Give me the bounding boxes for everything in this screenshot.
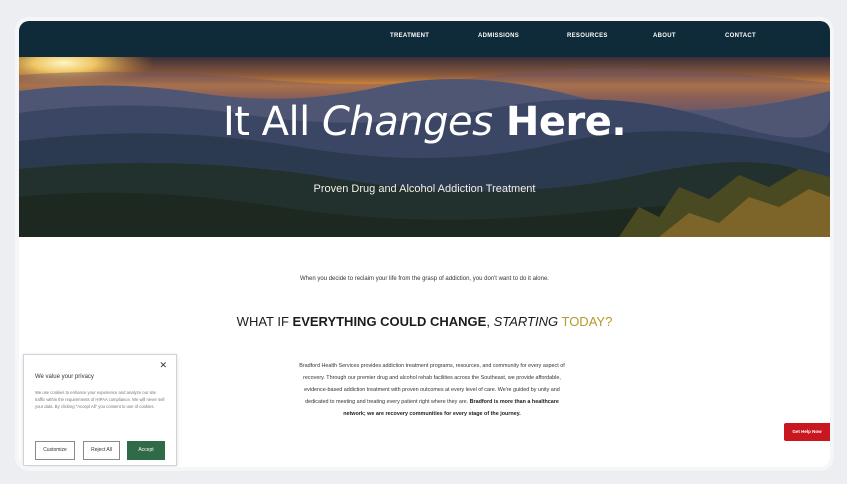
nav-item-about[interactable]: ABOUT xyxy=(653,33,676,39)
headline-part1: WHAT IF xyxy=(236,314,293,329)
get-help-now-button[interactable]: Get Help Now xyxy=(784,423,830,441)
browser-viewport: TREATMENT ADMISSIONS RESOURCES ABOUT CON… xyxy=(19,21,830,467)
hero-title-part2: Changes xyxy=(321,99,493,145)
nav-item-resources[interactable]: RESOURCES xyxy=(567,33,608,39)
hero-subtitle: Proven Drug and Alcohol Addiction Treatm… xyxy=(313,183,536,195)
hero-banner: It All Changes Here. Proven Drug and Alc… xyxy=(19,57,830,237)
hero-title: It All Changes Here. xyxy=(19,99,830,145)
section-headline: WHAT IF EVERYTHING COULD CHANGE, STARTIN… xyxy=(19,314,830,329)
intro-text: When you decide to reclaim your life fro… xyxy=(300,276,549,282)
nav-item-contact[interactable]: CONTACT xyxy=(725,33,756,39)
close-icon[interactable]: ✕ xyxy=(159,360,167,371)
headline-part3: , xyxy=(486,314,494,329)
cookie-title: We value your privacy xyxy=(35,374,94,380)
reject-all-button[interactable]: Reject All xyxy=(83,441,120,460)
headline-part2: EVERYTHING COULD CHANGE xyxy=(292,314,487,329)
hero-title-part3: Here. xyxy=(492,99,627,145)
customize-button[interactable]: Customize xyxy=(35,441,75,460)
nav-item-admissions[interactable]: ADMISSIONS xyxy=(478,33,519,39)
cookie-text: We use cookies to enhance your experienc… xyxy=(35,390,165,409)
hero-title-part1: It All xyxy=(222,99,322,145)
headline-part5: TODAY? xyxy=(558,314,613,329)
hero-landscape-image xyxy=(19,57,830,237)
cookie-consent-banner: ✕ We value your privacy We use cookies t… xyxy=(23,354,177,466)
headline-part4: STARTING xyxy=(493,314,559,329)
nav-item-treatment[interactable]: TREATMENT xyxy=(390,33,429,39)
body-paragraph: Bradford Health Services provides addict… xyxy=(299,360,565,420)
accept-button[interactable]: Accept xyxy=(127,441,165,460)
top-navigation: TREATMENT ADMISSIONS RESOURCES ABOUT CON… xyxy=(19,21,830,57)
